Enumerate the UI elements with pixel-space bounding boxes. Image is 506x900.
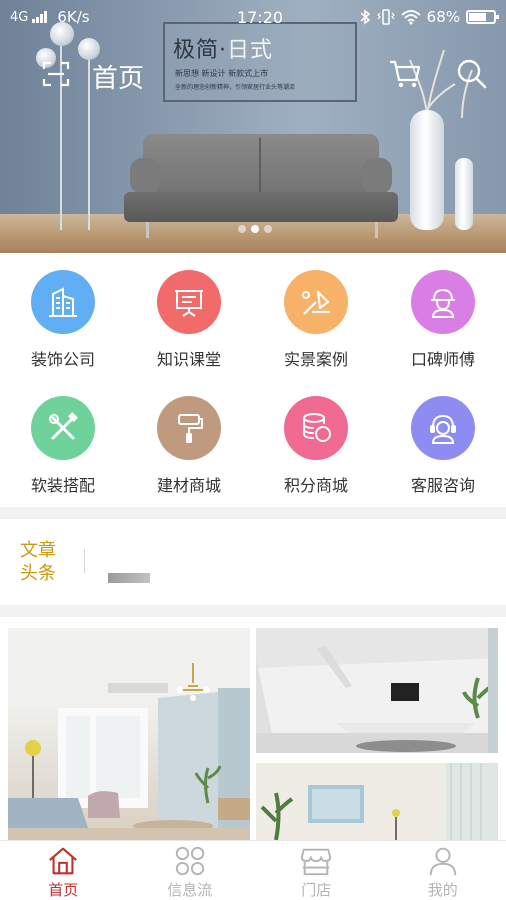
- customer-service-icon: [411, 396, 475, 460]
- poster-title: 极简·日式: [173, 38, 274, 63]
- category-real-cases[interactable]: 实景案例: [266, 270, 366, 380]
- pagination-dot[interactable]: [264, 225, 272, 233]
- cart-icon[interactable]: [388, 58, 422, 90]
- worker-helmet-icon: [411, 270, 475, 334]
- presentation-board-icon: [157, 270, 221, 334]
- category-label: 实景案例: [283, 350, 348, 369]
- tab-profile[interactable]: 我的: [380, 841, 506, 900]
- category-label: 知识课堂: [156, 350, 221, 369]
- sofa-seat: [124, 192, 398, 222]
- category-points-mall[interactable]: 积分商城: [266, 396, 366, 506]
- tv-wall-illustration: [256, 628, 498, 753]
- floor-lamp-shade: [78, 38, 100, 60]
- case-photo[interactable]: [8, 628, 250, 840]
- scan-icon[interactable]: [42, 61, 70, 87]
- paint-roller-icon: [157, 396, 221, 460]
- bottom-tab-bar: 首页 信息流 门店 我的: [0, 840, 506, 900]
- battery-percent: 68%: [426, 8, 460, 26]
- wifi-icon: [401, 10, 421, 25]
- category-label: 口碑师傅: [410, 350, 475, 369]
- network-speed: 6K/s: [57, 8, 90, 26]
- pagination-dot-active[interactable]: [251, 225, 259, 233]
- sofa-seam: [259, 138, 261, 194]
- category-label: 装饰公司: [30, 350, 95, 369]
- category-label: 建材商城: [156, 476, 221, 495]
- home-icon: [49, 847, 78, 875]
- living-room-illustration: [8, 628, 250, 840]
- user-icon: [429, 847, 456, 876]
- battery-icon: [466, 10, 499, 24]
- tab-store[interactable]: 门店: [253, 841, 380, 900]
- category-label: 客服咨询: [410, 476, 475, 495]
- tools-icon: [31, 396, 95, 460]
- floor-lamp-pole: [88, 55, 90, 230]
- page-title: 首页: [92, 64, 145, 94]
- tab-label: 首页: [48, 881, 79, 899]
- network-label: 4G: [10, 9, 29, 25]
- case-gallery: [0, 617, 506, 840]
- home-banner[interactable]: 极简·日式 新思想 新设计 新款式上市 全新的理念创新精神，引领家居行业头等潮流…: [0, 0, 506, 253]
- poster-slogan: 全新的理念创新精神，引领家居行业头等潮流: [175, 84, 296, 91]
- store-icon: [301, 848, 332, 876]
- banner-pagination: [238, 225, 272, 233]
- sofa-backrest: [143, 134, 379, 194]
- sofa-leg: [146, 222, 149, 238]
- category-grid: 装饰公司 知识课堂 实景案例 口碑师傅 软装搭配 建材商城 积分商城 客服咨询: [0, 253, 506, 507]
- status-bar: 4G 6K/s 17:20 68%: [0, 0, 506, 34]
- category-building-materials[interactable]: 建材商城: [139, 396, 239, 506]
- bright-room-illustration: [256, 763, 498, 840]
- category-label: 软装搭配: [30, 476, 95, 495]
- tab-label: 信息流: [167, 881, 213, 899]
- headline-strip[interactable]: 文章 头条: [0, 519, 506, 605]
- category-customer-service[interactable]: 客服咨询: [393, 396, 493, 506]
- white-vase: [410, 110, 444, 230]
- search-icon[interactable]: [456, 58, 488, 90]
- sofa-leg: [375, 222, 378, 238]
- category-decoration-company[interactable]: 装饰公司: [13, 270, 113, 380]
- building-icon: [31, 270, 95, 334]
- tab-home[interactable]: 首页: [0, 841, 127, 900]
- signal-icon: [32, 11, 48, 23]
- pagination-dot[interactable]: [238, 225, 246, 233]
- tab-label: 我的: [427, 881, 458, 899]
- category-knowledge-class[interactable]: 知识课堂: [139, 270, 239, 380]
- bluetooth-icon: [360, 9, 370, 25]
- sofa-armrest: [362, 158, 392, 194]
- headline-thumbnail[interactable]: [108, 573, 150, 583]
- headline-tag: 文章 头条: [20, 540, 56, 584]
- tab-label: 门店: [301, 881, 332, 899]
- vibrate-icon: [376, 9, 395, 25]
- feed-grid-icon: [175, 846, 204, 876]
- poster-subtitle: 新思想 新设计 新款式上市: [175, 69, 269, 78]
- clock: 17:20: [236, 7, 284, 27]
- headline-divider: [84, 549, 85, 573]
- sofa-armrest: [130, 158, 160, 194]
- case-photo[interactable]: [256, 763, 498, 840]
- trowel-icon: [284, 270, 348, 334]
- category-label: 积分商城: [283, 476, 348, 495]
- tab-feed[interactable]: 信息流: [127, 841, 254, 900]
- coins-icon: [284, 396, 348, 460]
- category-soft-furnishing[interactable]: 软装搭配: [13, 396, 113, 506]
- white-vase-small: [455, 158, 473, 230]
- case-photo[interactable]: [256, 628, 498, 753]
- banner-poster: 极简·日式 新思想 新设计 新款式上市 全新的理念创新精神，引领家居行业头等潮流: [163, 22, 357, 102]
- category-reputable-workers[interactable]: 口碑师傅: [393, 270, 493, 380]
